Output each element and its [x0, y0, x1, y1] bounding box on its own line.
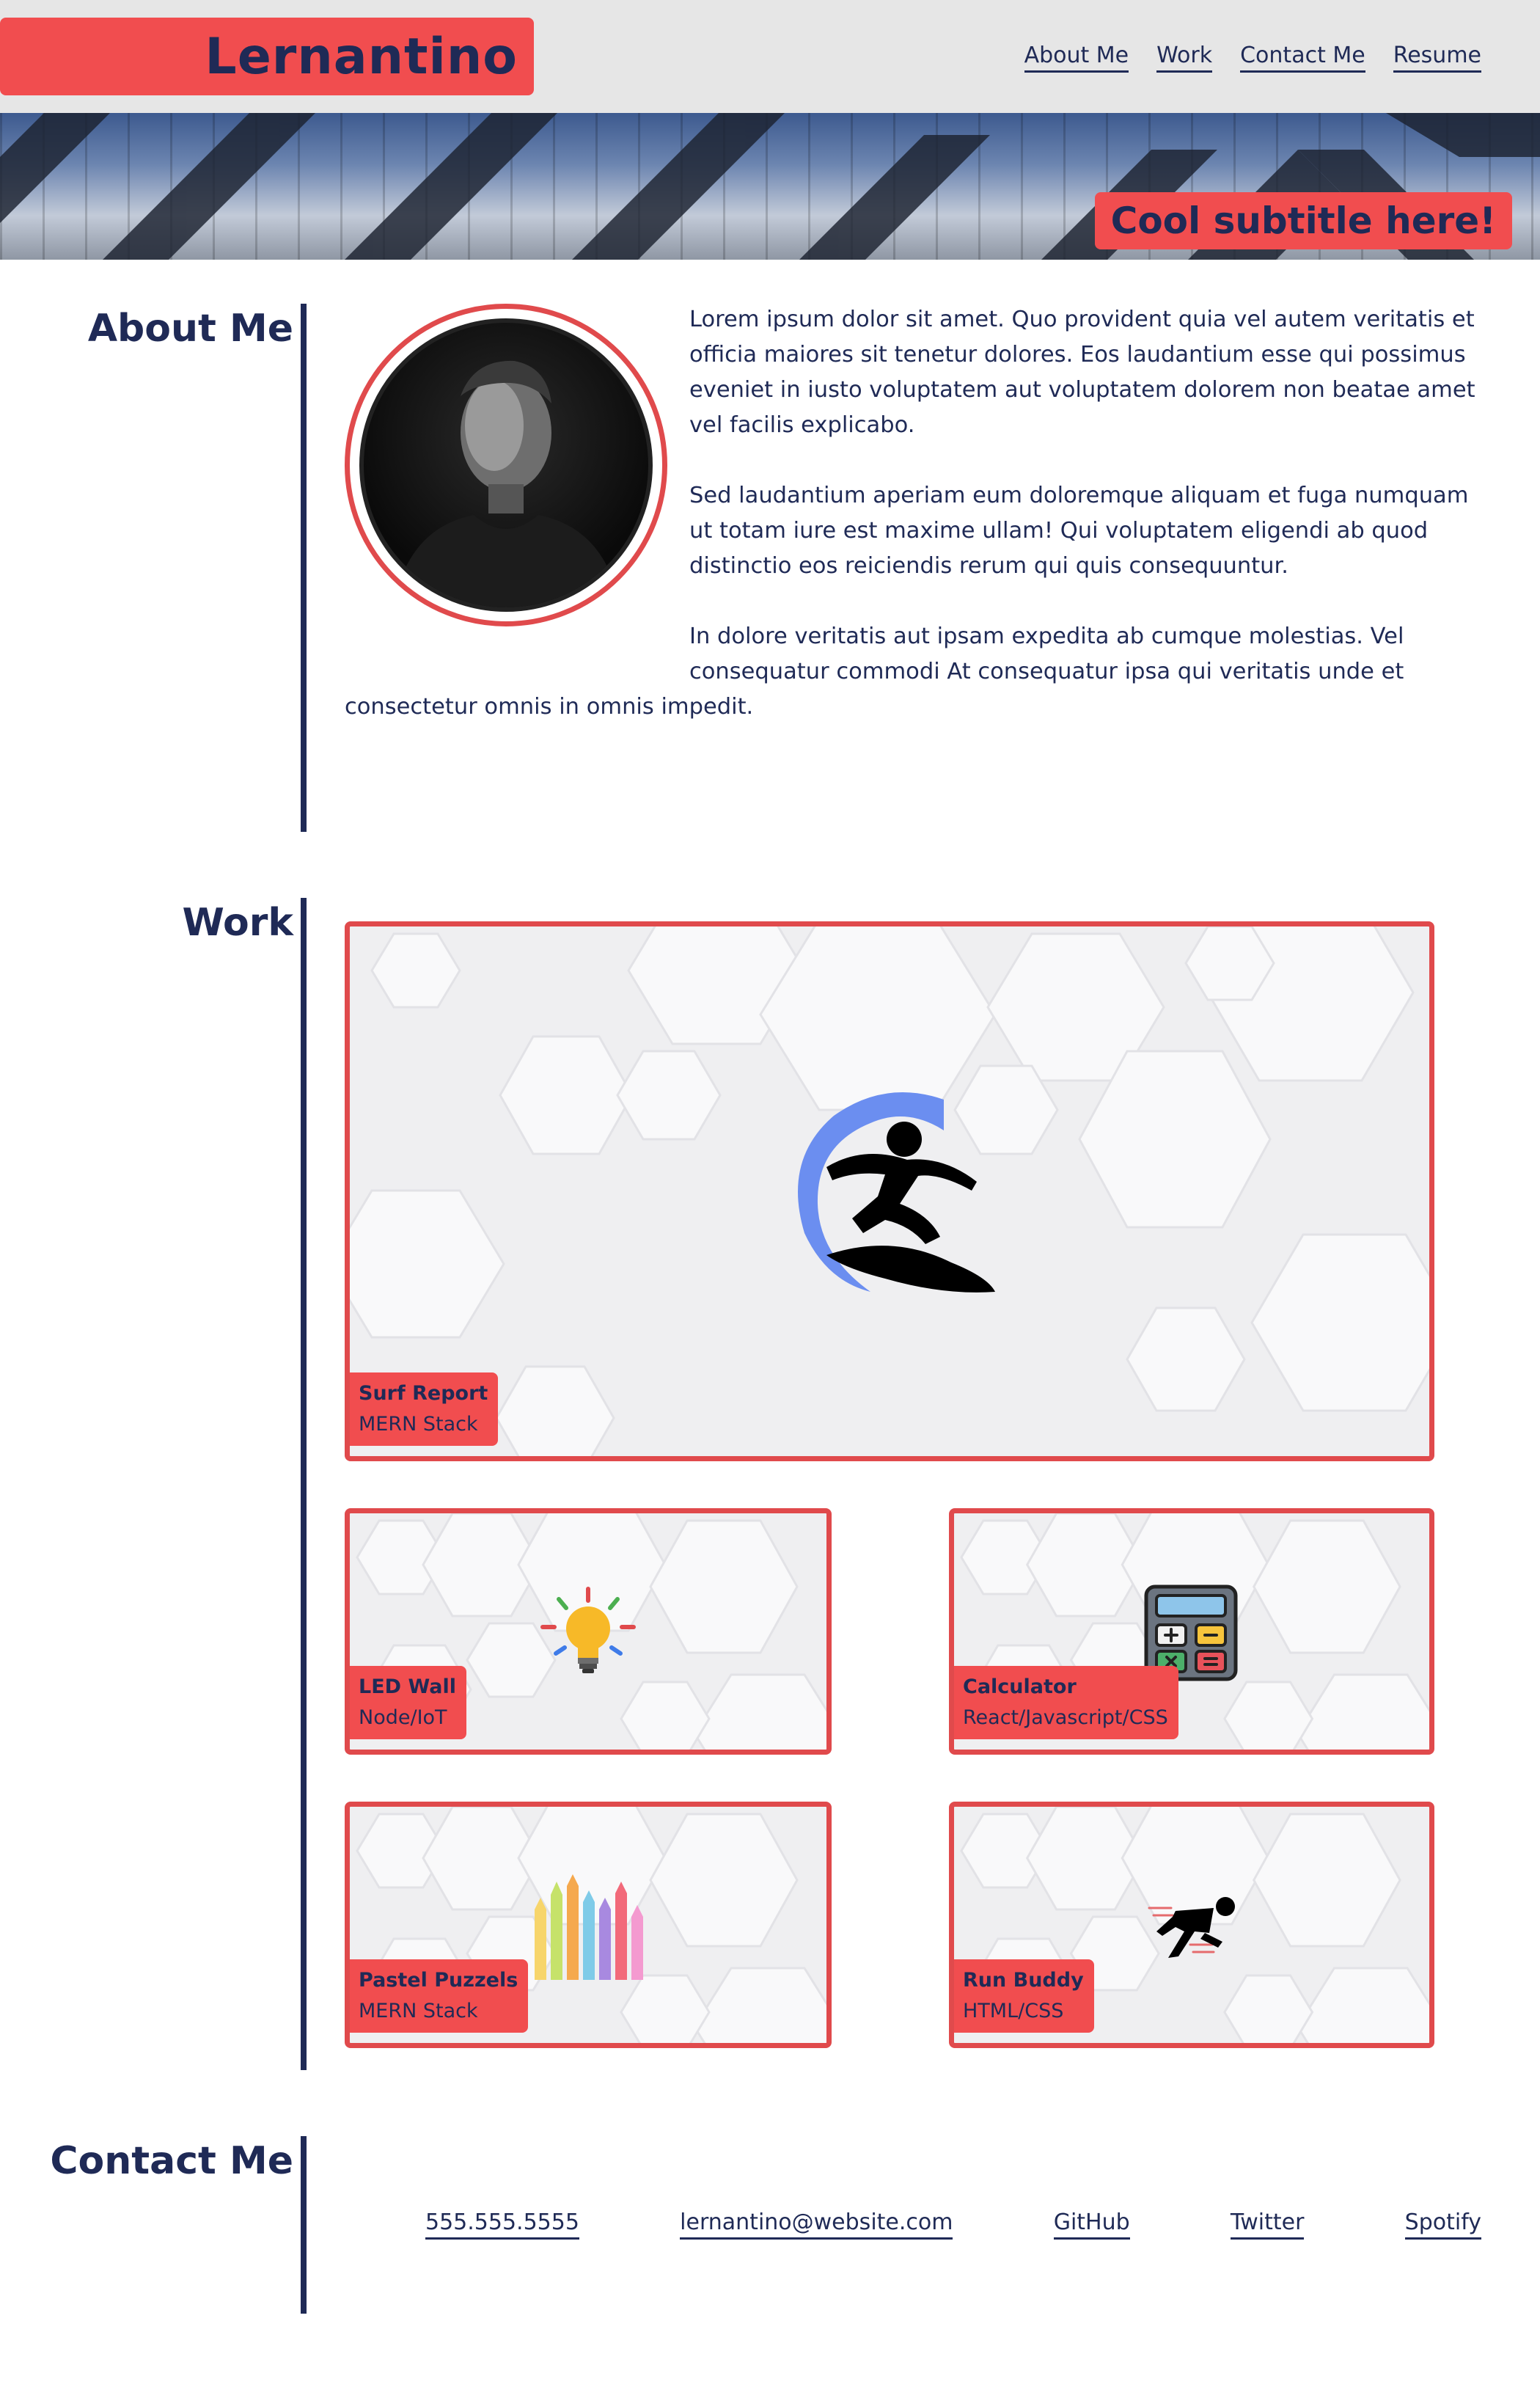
contact-phone-link[interactable]: 555.555.5555 [425, 2209, 579, 2240]
contact-email-link[interactable]: lernantino@website.com [680, 2209, 953, 2240]
brand-logo[interactable]: Lernantino [0, 18, 534, 95]
about-section-title: About Me [87, 307, 293, 351]
pencils-icon [535, 1874, 643, 1980]
project-title: Pastel Puzzels [359, 1969, 518, 1992]
project-stack: MERN Stack [359, 2000, 478, 2022]
contact-github-link[interactable]: GitHub [1053, 2209, 1130, 2240]
project-stack: Node/IoT [359, 1706, 447, 1729]
runner-icon [1148, 1897, 1235, 1958]
hero-banner: Cool subtitle here! [0, 113, 1540, 260]
project-label: Pastel Puzzels MERN Stack [350, 1959, 529, 2033]
nav-link-work[interactable]: Work [1156, 43, 1213, 73]
contact-links: 555.555.5555 lernantino@website.com GitH… [425, 2209, 1481, 2240]
hero-subtitle: Cool subtitle here! [1094, 192, 1512, 249]
project-label: Run Buddy HTML/CSS [954, 1959, 1094, 2033]
project-title: Surf Report [359, 1382, 488, 1405]
project-card-run-buddy[interactable]: Run Buddy HTML/CSS [949, 1802, 1434, 2048]
avatar [345, 304, 667, 626]
nav-link-contact[interactable]: Contact Me [1240, 43, 1365, 73]
about-divider [301, 304, 307, 832]
project-stack: HTML/CSS [963, 2000, 1064, 2022]
project-label: LED Wall Node/IoT [350, 1666, 467, 1739]
site-header: Lernantino About Me Work Contact Me Resu… [0, 0, 1540, 113]
project-title: Calculator [963, 1675, 1077, 1698]
contact-spotify-link[interactable]: Spotify [1404, 2209, 1481, 2240]
surfer-icon [798, 1092, 995, 1293]
nav-link-resume[interactable]: Resume [1393, 43, 1481, 73]
work-divider [301, 898, 307, 2070]
person-portrait-icon [393, 360, 620, 607]
project-card-pastel-puzzels[interactable]: Pastel Puzzels MERN Stack [345, 1802, 832, 2048]
project-title: LED Wall [359, 1675, 457, 1698]
profile-photo [359, 318, 653, 612]
project-label: Calculator React/Javascript/CSS [954, 1666, 1178, 1739]
work-section-title: Work [182, 901, 293, 945]
project-stack: React/Javascript/CSS [963, 1706, 1168, 1729]
main-nav: About Me Work Contact Me Resume [1024, 43, 1481, 73]
nav-link-about[interactable]: About Me [1024, 43, 1129, 73]
contact-section-title: Contact Me [50, 2139, 293, 2183]
project-label: Surf Report MERN Stack [350, 1372, 499, 1446]
project-card-surf-report[interactable]: Surf Report MERN Stack [345, 921, 1434, 1461]
project-card-led-wall[interactable]: LED Wall Node/IoT [345, 1508, 832, 1755]
lightbulb-icon [540, 1587, 636, 1673]
project-stack: MERN Stack [359, 1413, 478, 1436]
contact-twitter-link[interactable]: Twitter [1230, 2209, 1305, 2240]
project-card-calculator[interactable]: Calculator React/Javascript/CSS [949, 1508, 1434, 1755]
project-title: Run Buddy [963, 1969, 1084, 1992]
contact-divider [301, 2136, 307, 2314]
